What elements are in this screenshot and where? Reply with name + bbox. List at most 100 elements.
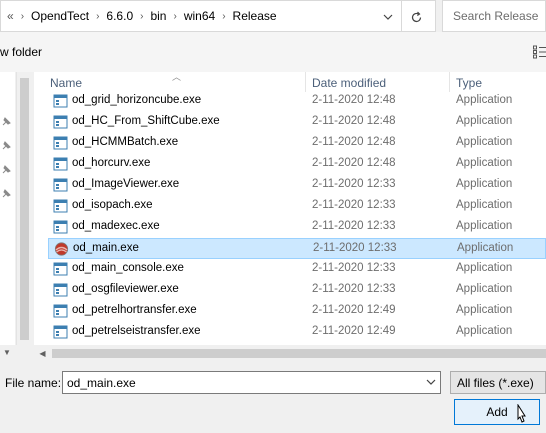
list-item[interactable]: od_petrelhortransfer.exe 2-11-2020 12:49 A… <box>48 301 546 322</box>
chevron-right-icon: › <box>20 10 25 22</box>
file-type: Application <box>456 325 513 337</box>
file-name: od_ImageViewer.exe <box>72 178 180 190</box>
file-date: 2-11-2020 12:48 <box>312 157 396 169</box>
exe-window-icon <box>53 157 68 171</box>
chevron-right-icon[interactable]: › <box>222 11 225 22</box>
chevron-right-icon[interactable]: › <box>96 11 99 22</box>
sort-ascending-icon: ︿ <box>172 72 182 82</box>
file-name-value: od_main.exe <box>67 375 136 390</box>
file-name: od_HCMMBatch.exe <box>72 136 179 148</box>
file-name-input[interactable]: od_main.exe <box>62 371 441 394</box>
scroll-down-icon[interactable]: ▼ <box>3 348 11 357</box>
list-item[interactable]: od_osgfileviewer.exe 2-11-2020 12:33 Appli… <box>48 280 546 301</box>
new-folder-button[interactable]: w folder <box>0 45 42 59</box>
pin-icon[interactable] <box>0 164 12 176</box>
exe-window-icon <box>53 325 68 339</box>
pin-icon[interactable] <box>0 188 12 200</box>
file-date: 2-11-2020 12:33 <box>312 220 396 232</box>
column-header-type[interactable]: Type <box>456 76 482 90</box>
file-name: od_osgfileviewer.exe <box>72 283 179 295</box>
chevron-right-icon[interactable]: › <box>140 11 143 22</box>
file-type: Application <box>456 178 513 190</box>
search-input[interactable]: Search Release <box>442 0 546 32</box>
list-item[interactable]: od_madexec.exe 2-11-2020 12:33 Application <box>48 217 546 238</box>
column-header-date[interactable]: Date modified <box>312 76 386 90</box>
exe-window-icon <box>53 115 68 129</box>
exe-window-icon <box>53 220 68 234</box>
exe-window-icon <box>53 283 68 297</box>
file-type: Application <box>456 157 513 169</box>
chevron-down-icon <box>383 14 393 20</box>
exe-window-icon <box>53 136 68 150</box>
breadcrumb-bin[interactable]: bin <box>150 9 166 23</box>
file-date: 2-11-2020 12:48 <box>312 136 396 148</box>
file-name: od_petrelseistransfer.exe <box>72 325 201 337</box>
pin-icon[interactable] <box>0 116 12 128</box>
scroll-left-button[interactable]: ◀ <box>34 345 51 362</box>
file-name: od_horcurv.exe <box>72 157 151 169</box>
list-item[interactable]: od_HCMMBatch.exe 2-11-2020 12:48 Applicati… <box>48 133 546 154</box>
file-list: ︿ Name Date modified Type od_grid_horizo… <box>34 72 546 345</box>
file-name: od_isopach.exe <box>72 199 153 211</box>
pin-icon[interactable] <box>0 140 12 152</box>
file-date: 2-11-2020 12:49 <box>312 304 396 316</box>
file-date: 2-11-2020 12:48 <box>312 94 396 106</box>
horizontal-scrollbar[interactable]: ▼ ◀ <box>0 345 546 362</box>
list-item[interactable]: od_isopach.exe 2-11-2020 12:33 Application <box>48 196 546 217</box>
file-type: Application <box>456 94 513 106</box>
address-overflow-icon[interactable]: « <box>7 9 14 23</box>
column-divider[interactable] <box>449 72 450 92</box>
mouse-cursor-icon <box>517 404 526 423</box>
refresh-button[interactable] <box>401 1 431 33</box>
exe-window-icon <box>53 262 68 276</box>
list-item[interactable]: od_main_console.exe 2-11-2020 12:33 Applic… <box>48 259 546 280</box>
file-type: Application <box>456 115 513 127</box>
chevron-down-icon[interactable] <box>425 376 437 388</box>
column-divider[interactable] <box>305 72 306 92</box>
file-name: od_HC_From_ShiftCube.exe <box>72 115 220 127</box>
scrollbar-thumb[interactable] <box>20 78 29 340</box>
file-type: Application <box>456 262 513 274</box>
file-date: 2-11-2020 12:49 <box>312 325 396 337</box>
navigation-scrollbar[interactable] <box>16 72 32 345</box>
breadcrumb-win64[interactable]: win64 <box>184 9 215 23</box>
file-name: od_petrelhortransfer.exe <box>72 304 197 316</box>
file-date: 2-11-2020 12:33 <box>312 262 396 274</box>
file-date: 2-11-2020 12:33 <box>312 199 396 211</box>
file-name: od_grid_horizoncube.exe <box>72 94 202 106</box>
file-type: Application <box>456 220 513 232</box>
breadcrumb-version[interactable]: 6.6.0 <box>106 9 133 23</box>
file-name: od_main.exe <box>73 242 139 254</box>
file-date: 2-11-2020 12:33 <box>312 283 396 295</box>
column-header-name[interactable]: Name <box>50 76 82 90</box>
file-type: Application <box>456 199 513 211</box>
list-item[interactable]: od_ImageViewer.exe 2-11-2020 12:33 Applica… <box>48 175 546 196</box>
file-name-label: File name: <box>5 376 62 390</box>
refresh-icon <box>411 11 422 22</box>
list-item[interactable]: od_petrelseistransfer.exe 2-11-2020 12:49… <box>48 322 546 343</box>
list-item[interactable]: od_grid_horizoncube.exe 2-11-2020 12:48 Ap… <box>48 91 546 112</box>
exe-window-icon <box>53 94 68 108</box>
file-type-filter[interactable]: All files (*.exe) <box>450 371 546 394</box>
address-bar[interactable]: « › OpendTect › 6.6.0 › bin › win64 › Re… <box>0 0 436 33</box>
opendtect-logo-icon <box>54 242 69 256</box>
view-options-icon[interactable] <box>533 45 546 59</box>
file-type: Application <box>456 283 513 295</box>
breadcrumb-release[interactable]: Release <box>233 9 277 23</box>
list-item[interactable]: od_HC_From_ShiftCube.exe 2-11-2020 12:48 A… <box>48 112 546 133</box>
list-item[interactable]: od_horcurv.exe 2-11-2020 12:48 Application <box>48 154 546 175</box>
file-type: Application <box>457 242 514 254</box>
file-type: Application <box>456 136 513 148</box>
file-name: od_main_console.exe <box>72 262 184 274</box>
chevron-right-icon[interactable]: › <box>173 11 176 22</box>
breadcrumb-opendtect[interactable]: OpendTect <box>31 9 89 23</box>
exe-window-icon <box>53 178 68 192</box>
file-date: 2-11-2020 12:33 <box>313 242 397 254</box>
exe-window-icon <box>53 304 68 318</box>
scrollbar-thumb[interactable] <box>52 349 546 358</box>
list-item-selected[interactable]: od_main.exe 2-11-2020 12:33 Application <box>48 238 546 259</box>
file-date: 2-11-2020 12:48 <box>312 115 396 127</box>
exe-window-icon <box>53 199 68 213</box>
address-history-dropdown[interactable] <box>375 1 401 33</box>
file-name: od_madexec.exe <box>72 220 160 232</box>
